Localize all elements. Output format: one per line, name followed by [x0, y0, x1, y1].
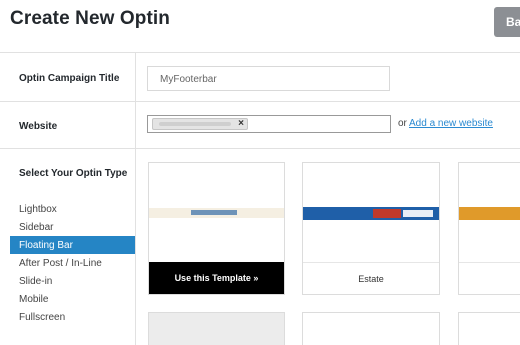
- add-website-link[interactable]: Add a new website: [409, 118, 493, 129]
- preview-field: [403, 210, 433, 217]
- redacted-website-name: [159, 122, 231, 126]
- optin-type-floating-bar[interactable]: Floating Bar: [10, 236, 135, 254]
- optin-type-mobile[interactable]: Mobile: [10, 290, 135, 308]
- divider: [0, 101, 520, 102]
- template-card[interactable]: [302, 312, 440, 345]
- template-card[interactable]: [458, 312, 520, 345]
- page-title: Create New Optin: [10, 8, 170, 29]
- template-card[interactable]: [458, 162, 520, 295]
- website-tag: ×: [152, 118, 248, 130]
- use-template-button[interactable]: Use this Template »: [149, 262, 284, 294]
- or-text: or: [398, 118, 407, 129]
- column-divider: [135, 52, 136, 345]
- preview-bar: [191, 210, 237, 215]
- template-preview: [303, 207, 439, 220]
- template-name: Estate: [303, 262, 439, 294]
- optin-type-fullscreen[interactable]: Fullscreen: [10, 308, 135, 326]
- website-label: Website: [19, 121, 58, 132]
- campaign-title-input[interactable]: MyFooterbar: [147, 66, 390, 91]
- optin-type-label: Select Your Optin Type: [19, 168, 128, 179]
- divider: [0, 148, 520, 149]
- remove-tag-icon[interactable]: ×: [238, 118, 244, 129]
- template-preview: [459, 207, 520, 220]
- optin-type-sidebar[interactable]: Sidebar: [10, 218, 135, 236]
- optin-type-slide-in[interactable]: Slide-in: [10, 272, 135, 290]
- divider: [0, 52, 520, 53]
- optin-type-list: Lightbox Sidebar Floating Bar After Post…: [10, 200, 135, 326]
- campaign-title-label: Optin Campaign Title: [19, 73, 120, 84]
- website-select[interactable]: ×: [147, 115, 391, 133]
- back-button[interactable]: Bac: [494, 7, 520, 37]
- template-card[interactable]: [148, 312, 285, 345]
- optin-type-lightbox[interactable]: Lightbox: [10, 200, 135, 218]
- template-card[interactable]: Estate: [302, 162, 440, 295]
- optin-type-after-post[interactable]: After Post / In-Line: [10, 254, 135, 272]
- template-preview: [149, 208, 284, 218]
- preview-button: [373, 209, 401, 218]
- template-name: [459, 262, 520, 294]
- template-card[interactable]: Use this Template »: [148, 162, 285, 295]
